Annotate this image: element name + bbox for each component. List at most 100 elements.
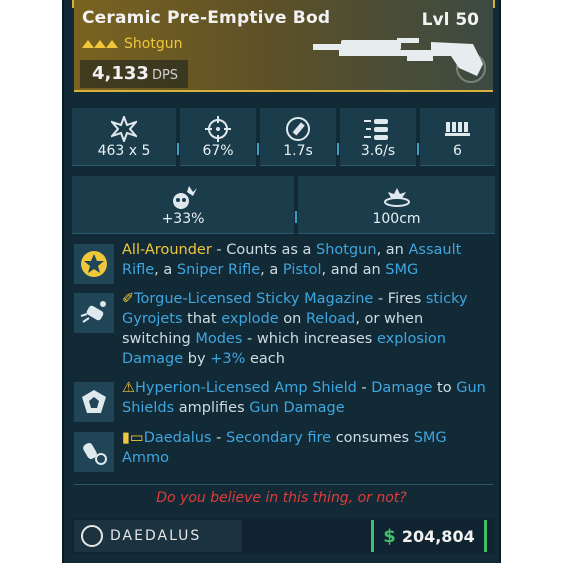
- perk-prefix-icon: ▮▭: [122, 430, 144, 446]
- perk-text: - Fires: [373, 291, 426, 307]
- perk-text: on: [278, 311, 306, 327]
- perk-icon-frame: [74, 432, 114, 472]
- perk-text: by: [183, 351, 211, 367]
- perk-keyword: Daedalus: [143, 430, 212, 446]
- perk-keyword: Secondary fire: [225, 430, 332, 446]
- perk-text: to: [432, 380, 457, 396]
- item-level: Lvl 50: [421, 10, 479, 30]
- perk-description: ⚠Hyperion-Licensed Amp Shield - Damage t…: [122, 378, 494, 418]
- perk-text: amplifies: [174, 400, 250, 416]
- stat-value: 1.7s: [283, 143, 313, 159]
- perk-text: - Counts as a: [211, 242, 317, 258]
- stats-row-secondary: +33% 100cm: [72, 176, 495, 234]
- stat-separator: [295, 211, 297, 223]
- secondary-fire-icon: [83, 443, 107, 465]
- shotgun-icon: [313, 38, 486, 83]
- amp-shield-icon: [82, 390, 106, 413]
- perk-all-arounder: All-Arounder - Counts as a Shotgun, an A…: [72, 240, 495, 284]
- splash-radius-icon: [383, 188, 410, 207]
- perk-description: ▮▭Daedalus - Secondary fire consumes SMG…: [122, 428, 494, 468]
- perk-keyword: Modes: [195, 331, 243, 347]
- perk-text: that: [182, 311, 222, 327]
- stat-value: +33%: [161, 211, 205, 227]
- perk-daedalus: ▮▭Daedalus - Secondary fire consumes SMG…: [72, 428, 495, 472]
- divider: [74, 484, 493, 485]
- perk-icon-frame: [74, 244, 114, 284]
- stat-separator: [257, 143, 259, 155]
- stat-separator: [177, 143, 179, 155]
- fire-rate-icon: [364, 119, 388, 140]
- perk-text: consumes: [331, 430, 414, 446]
- daedalus-logo-icon: [81, 525, 103, 547]
- damage-icon: [111, 116, 137, 142]
- stat-value: 67%: [202, 143, 234, 159]
- perk-text: , a: [154, 262, 177, 278]
- dps-value: 4,133: [92, 63, 149, 84]
- stat-accuracy: 67%: [180, 108, 259, 166]
- perk-amp-shield: ⚠Hyperion-Licensed Amp Shield - Damage t…: [72, 378, 495, 422]
- all-arounder-icon: [81, 251, 107, 277]
- corner-decoration: [485, 0, 495, 8]
- stat-separator: [417, 143, 419, 155]
- perk-prefix-icon: ✐: [122, 291, 135, 307]
- reload-time-icon: [286, 117, 310, 141]
- item-card: Ceramic Pre-Emptive Bod Lvl 50 Shotgun 4…: [62, 0, 501, 563]
- perk-text: -: [356, 380, 372, 396]
- perk-icon-frame: [74, 293, 114, 333]
- perk-keyword: +3%: [210, 351, 246, 367]
- perk-text: , an: [376, 242, 409, 258]
- stat-crit-damage: +33%: [72, 176, 297, 234]
- perk-text: each: [245, 351, 285, 367]
- perk-description: ✐Torgue-Licensed Sticky Magazine - Fires…: [122, 289, 494, 369]
- item-header: Ceramic Pre-Emptive Bod Lvl 50 Shotgun 4…: [72, 0, 495, 92]
- perk-sticky-magazine: ✐Torgue-Licensed Sticky Magazine - Fires…: [72, 289, 495, 373]
- perk-description: All-Arounder - Counts as a Shotgun, an A…: [122, 240, 494, 280]
- perk-keyword: Torgue-Licensed Sticky Magazine: [134, 291, 374, 307]
- stat-reload-time: 1.7s: [260, 108, 339, 166]
- accuracy-icon: [205, 116, 231, 142]
- crit-damage-icon: [173, 186, 197, 209]
- sticky-magazine-icon: [80, 301, 106, 323]
- magazine-icon: [444, 122, 470, 136]
- currency-icon: $: [383, 525, 396, 547]
- perk-keyword: Hyperion-Licensed Amp Shield: [135, 380, 357, 396]
- stat-value: 6: [453, 143, 462, 159]
- stat-fire-rate: 3.6/s: [340, 108, 419, 166]
- rarity-row: Shotgun: [82, 36, 182, 52]
- perk-keyword: Gun Damage: [249, 400, 345, 416]
- rarity-chevrons-icon: [82, 40, 118, 48]
- item-footer: DAEDALUS $ 204,804: [72, 518, 495, 554]
- perk-keyword: Reload: [305, 311, 356, 327]
- perk-text: , and an: [321, 262, 386, 278]
- stat-value: 463 x 5: [97, 143, 151, 159]
- perk-text: , a: [260, 262, 283, 278]
- price-tag: $ 204,804: [371, 520, 487, 552]
- stat-damage: 463 x 5: [72, 108, 179, 166]
- stat-value: 100cm: [372, 211, 421, 227]
- perk-keyword: All-Arounder: [122, 242, 212, 258]
- perk-keyword: Sniper Rifle: [176, 262, 261, 278]
- perk-keyword: SMG: [385, 262, 419, 278]
- perk-icon-frame: [74, 382, 114, 422]
- perk-keyword: Shotgun: [316, 242, 377, 258]
- stat-magazine: 6: [420, 108, 495, 166]
- dps-readout: 4,133 DPS: [80, 60, 189, 88]
- perk-keyword: Damage: [371, 380, 433, 396]
- stat-splash-radius: 100cm: [298, 176, 495, 234]
- manufacturer-badge: DAEDALUS: [74, 520, 242, 552]
- stat-separator: [337, 143, 339, 155]
- item-name: Ceramic Pre-Emptive Bod: [82, 8, 331, 28]
- stat-value: 3.6/s: [360, 143, 396, 159]
- stats-row: 463 x 5 67% 1.7s 3.6/s 6: [72, 108, 495, 166]
- flavor-text: Do you believe in this thing, or not?: [156, 490, 407, 506]
- dps-unit: DPS: [151, 68, 179, 83]
- perk-text: -: [211, 430, 226, 446]
- corner-decoration: [72, 0, 82, 8]
- perk-keyword: Pistol: [282, 262, 322, 278]
- perk-keyword: explode: [221, 311, 279, 327]
- weapon-type: Shotgun: [124, 36, 183, 52]
- perk-text: - which increases: [242, 331, 377, 347]
- price-amount: 204,804: [401, 526, 475, 546]
- perk-prefix-icon: ⚠: [122, 380, 135, 396]
- manufacturer-name: DAEDALUS: [110, 528, 202, 544]
